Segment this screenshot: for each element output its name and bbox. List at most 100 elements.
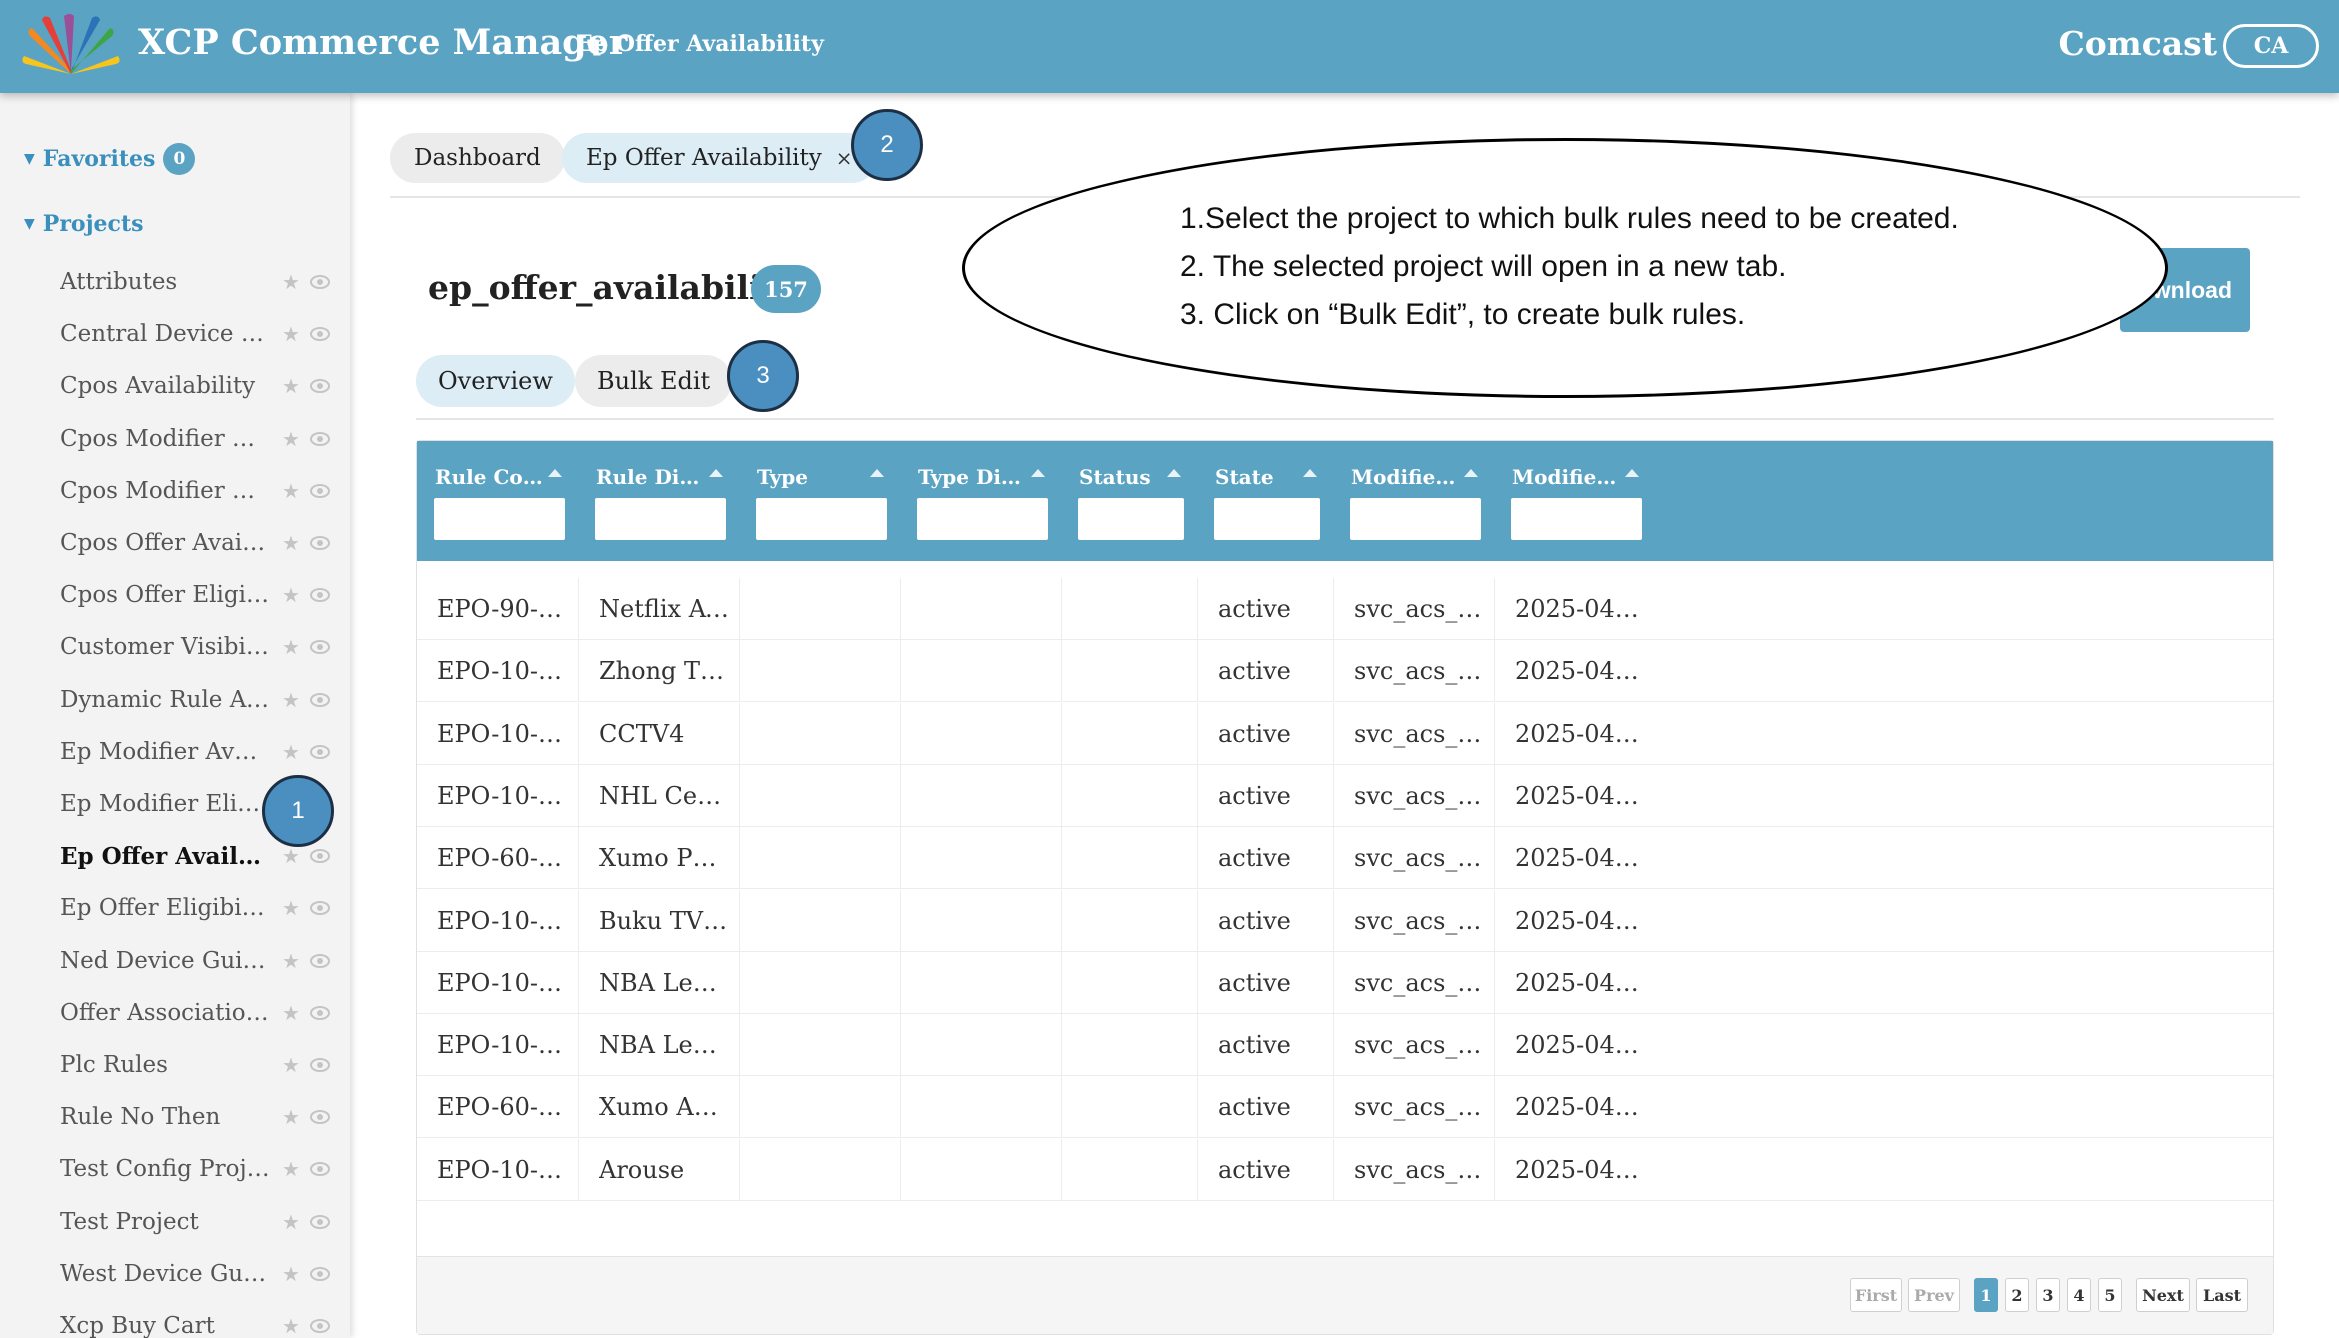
pagination-last-button[interactable]: Last <box>2196 1278 2248 1312</box>
sidebar-project-item[interactable]: West Device Guide ★ <box>60 1248 340 1300</box>
favorite-star-icon[interactable]: ★ <box>282 1001 300 1025</box>
tab-dashboard[interactable]: Dashboard <box>390 133 565 183</box>
sidebar-project-item[interactable]: Ned Device Guide ★ <box>60 935 340 987</box>
column-filter-input[interactable] <box>1078 498 1184 540</box>
column-filter-input[interactable] <box>756 498 887 540</box>
view-eye-icon[interactable] <box>308 1105 332 1129</box>
favorite-star-icon[interactable]: ★ <box>282 1262 300 1286</box>
table-row[interactable]: EPO-60-300003 Xumo AO Equipment active svc_… <box>417 1076 2273 1139</box>
sidebar-project-item[interactable]: Cpos Modifier Availability ★ <box>60 413 340 465</box>
sort-arrow-icon[interactable] <box>870 469 884 477</box>
table-row[interactable]: EPO-10-200181 NBA League Pass Premium acti… <box>417 951 2273 1014</box>
sidebar-project-item[interactable]: Test Project ★ <box>60 1196 340 1248</box>
column-header[interactable]: Modified By <box>1333 441 1494 561</box>
sidebar-project-item[interactable]: Xcp Buy Cart ★ <box>60 1300 340 1338</box>
view-eye-icon[interactable] <box>308 1210 332 1234</box>
column-header[interactable]: Rule Display Name <box>578 441 739 561</box>
view-eye-icon[interactable] <box>308 1001 332 1025</box>
pagination-next-button[interactable]: Next <box>2136 1278 2190 1312</box>
pagination-page-button[interactable]: 1 <box>1974 1278 1998 1312</box>
table-row[interactable]: EPO-10-200182 NBA League Pass Standard act… <box>417 1014 2273 1077</box>
view-eye-icon[interactable] <box>308 896 332 920</box>
view-eye-icon[interactable] <box>308 688 332 712</box>
tab-overview[interactable]: Overview <box>416 355 575 407</box>
peacock-logo-icon[interactable] <box>20 14 122 78</box>
view-eye-icon[interactable] <box>308 949 332 973</box>
pagination-page-button[interactable]: 3 <box>2036 1278 2060 1312</box>
favorite-star-icon[interactable]: ★ <box>282 635 300 659</box>
favorite-star-icon[interactable]: ★ <box>282 844 300 868</box>
favorite-star-icon[interactable]: ★ <box>282 949 300 973</box>
favorite-star-icon[interactable]: ★ <box>282 688 300 712</box>
favorite-star-icon[interactable]: ★ <box>282 1210 300 1234</box>
projects-section[interactable]: ▼ Projects <box>24 211 144 237</box>
view-eye-icon[interactable] <box>308 740 332 764</box>
sidebar-project-item[interactable]: Offer Association Rules ★ <box>60 987 340 1039</box>
favorite-star-icon[interactable]: ★ <box>282 374 300 398</box>
favorite-star-icon[interactable]: ★ <box>282 479 300 503</box>
favorite-star-icon[interactable]: ★ <box>282 427 300 451</box>
view-eye-icon[interactable] <box>308 479 332 503</box>
favorite-star-icon[interactable]: ★ <box>282 322 300 346</box>
sort-arrow-icon[interactable] <box>1031 469 1045 477</box>
pagination-page-button[interactable]: 4 <box>2067 1278 2091 1312</box>
sidebar-project-item[interactable]: Rule No Then ★ <box>60 1091 340 1143</box>
view-eye-icon[interactable] <box>308 635 332 659</box>
table-row[interactable]: EPO-10-200060 Arouse active svc_acs_aps_ci_… <box>417 1138 2273 1201</box>
sidebar-project-item[interactable]: Cpos Offer Availability ★ <box>60 517 340 569</box>
favorite-star-icon[interactable]: ★ <box>282 270 300 294</box>
favorite-star-icon[interactable]: ★ <box>282 896 300 920</box>
pagination-prev-button[interactable]: Prev <box>1908 1278 1960 1312</box>
column-filter-input[interactable] <box>1214 498 1320 540</box>
tab-ep-offer-availability[interactable]: Ep Offer Availability × <box>562 133 877 183</box>
sidebar-project-item[interactable]: Central Device Guide ★ <box>60 308 340 360</box>
table-row[interactable]: EPO-90-200027 Netflix AVOD - Standard acti… <box>417 578 2273 640</box>
favorite-star-icon[interactable]: ★ <box>282 583 300 607</box>
favorite-star-icon[interactable]: ★ <box>282 740 300 764</box>
view-eye-icon[interactable] <box>308 844 332 868</box>
favorite-star-icon[interactable]: ★ <box>282 1105 300 1129</box>
user-badge[interactable]: CA <box>2223 24 2319 68</box>
view-eye-icon[interactable] <box>308 1157 332 1181</box>
view-eye-icon[interactable] <box>308 427 332 451</box>
sidebar-project-item[interactable]: Ep Modifier Availability ★ <box>60 726 340 778</box>
sort-arrow-icon[interactable] <box>1303 469 1317 477</box>
favorite-star-icon[interactable]: ★ <box>282 1053 300 1077</box>
table-row[interactable]: EPO-10-200149 Zhong Tian active svc_acs_aps… <box>417 640 2273 703</box>
table-row[interactable]: EPO-10-200180 NHL Center Ice Package activ… <box>417 764 2273 827</box>
sidebar-project-item[interactable]: Ep Offer Eligibility ★ <box>60 882 340 934</box>
sidebar-project-item[interactable]: Customer Visibility ★ <box>60 621 340 673</box>
view-eye-icon[interactable] <box>308 1053 332 1077</box>
sidebar-project-item[interactable]: Dynamic Rule Attributes ★ <box>60 674 340 726</box>
view-eye-icon[interactable] <box>308 322 332 346</box>
sidebar-project-item[interactable]: Cpos Availability ★ <box>60 360 340 412</box>
tab-bulk-edit[interactable]: Bulk Edit <box>575 355 733 407</box>
sidebar-project-item[interactable]: Cpos Modifier Eligibility ★ <box>60 465 340 517</box>
close-tab-icon[interactable]: × <box>836 146 853 170</box>
column-filter-input[interactable] <box>434 498 565 540</box>
view-eye-icon[interactable] <box>308 583 332 607</box>
sidebar-project-item[interactable]: Attributes ★ <box>60 256 340 308</box>
favorite-star-icon[interactable]: ★ <box>282 531 300 555</box>
view-eye-icon[interactable] <box>308 374 332 398</box>
view-eye-icon[interactable] <box>308 1314 332 1338</box>
sidebar-project-item[interactable]: Plc Rules ★ <box>60 1039 340 1091</box>
favorite-star-icon[interactable]: ★ <box>282 1157 300 1181</box>
column-header[interactable]: Type <box>739 441 900 561</box>
pagination-first-button[interactable]: First <box>1850 1278 1902 1312</box>
favorite-star-icon[interactable]: ★ <box>282 1314 300 1338</box>
column-filter-input[interactable] <box>917 498 1048 540</box>
pagination-page-button[interactable]: 2 <box>2005 1278 2029 1312</box>
column-filter-input[interactable] <box>1350 498 1481 540</box>
favorites-section[interactable]: ▼ Favorites 0 <box>24 143 196 175</box>
app-title[interactable]: XCP Commerce Manager <box>138 22 627 63</box>
sort-arrow-icon[interactable] <box>1625 469 1639 477</box>
sort-arrow-icon[interactable] <box>548 469 562 477</box>
view-eye-icon[interactable] <box>308 531 332 555</box>
column-filter-input[interactable] <box>595 498 726 540</box>
view-eye-icon[interactable] <box>308 1262 332 1286</box>
column-header[interactable]: Rule Code <box>417 441 578 561</box>
column-header[interactable]: Modified Date <box>1494 441 1655 561</box>
table-row[interactable]: EPO-10-200150 CCTV4 active svc_acs_aps_ci_u… <box>417 702 2273 765</box>
table-row[interactable]: EPO-60-300002 Xumo PO Equipment active svc_… <box>417 827 2273 890</box>
